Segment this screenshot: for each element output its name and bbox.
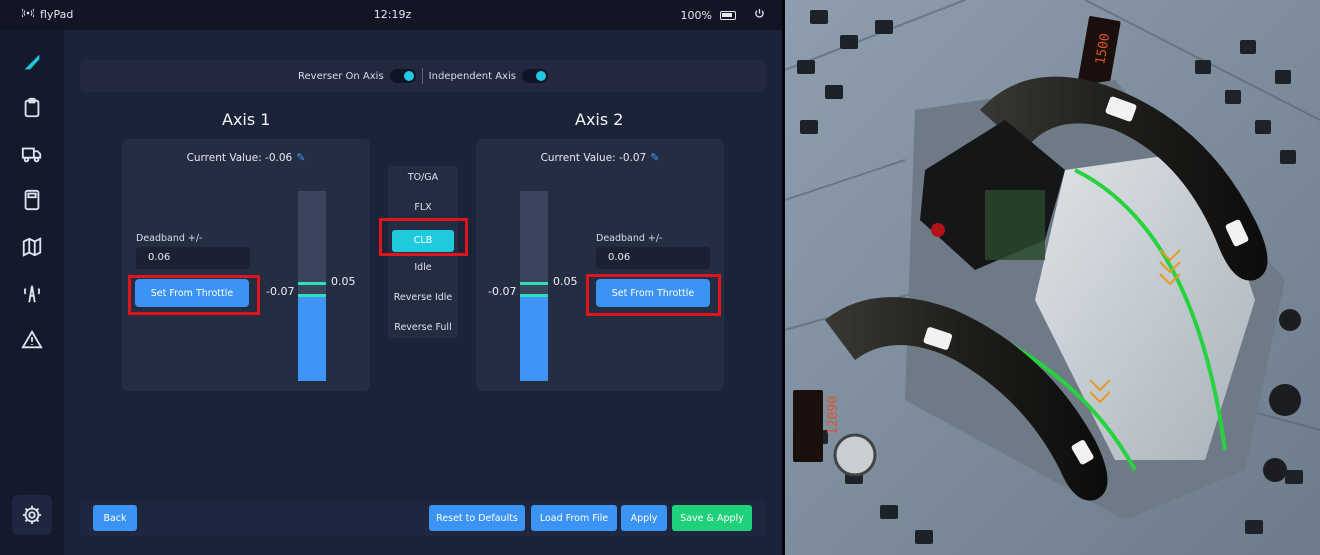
truck-icon[interactable]	[20, 142, 44, 166]
axis-1-bar-fill	[298, 295, 326, 381]
cockpit-throttle-photo: 1500 12090	[785, 0, 1320, 555]
axis-1-card: Current Value: -0.06 ✎ Deadband +/- 0.06 …	[122, 139, 370, 391]
axis-1-bar	[298, 191, 326, 381]
logo-icon[interactable]	[20, 50, 44, 74]
detent-idle[interactable]: Idle	[388, 262, 458, 273]
axis-1-deadband-label: Deadband +/-	[136, 233, 203, 244]
axis-2-current-value: Current Value: -0.07 ✎	[476, 151, 724, 164]
axis-2-deadband-input[interactable]: 0.06	[596, 247, 710, 269]
axis-2-bar	[520, 191, 548, 381]
flypad-tablet: flyPad 12:19z 100% Reverser On Axis Inde…	[0, 0, 785, 555]
panel-knob	[1263, 458, 1287, 482]
status-bar: flyPad 12:19z 100%	[0, 0, 782, 30]
panel-knob	[1269, 384, 1301, 416]
panel-knob	[1279, 309, 1301, 331]
axis-2-bar-lower-line	[520, 293, 548, 297]
axis-1-current-value: Current Value: -0.06 ✎	[122, 151, 370, 164]
throttle-calibration-page: Reverser On Axis Independent Axis Axis 1…	[64, 30, 782, 555]
current-value-text: Current Value: -0.07	[540, 152, 647, 164]
axis-2-card: Current Value: -0.07 ✎ -0.07 0.05 Deadban…	[476, 139, 724, 391]
back-button[interactable]: Back	[93, 505, 137, 531]
detent-highlight-box	[379, 218, 468, 256]
detent-flx[interactable]: FLX	[388, 202, 458, 213]
save-and-apply-button[interactable]: Save & Apply	[672, 505, 752, 531]
warning-icon[interactable]	[20, 328, 44, 352]
clock: 12:19z	[373, 8, 412, 21]
apply-button[interactable]: Apply	[621, 505, 667, 531]
toggle-knob	[535, 71, 546, 81]
axis-2-bar-left-value: -0.07	[488, 285, 517, 298]
edit-icon[interactable]: ✎	[650, 151, 659, 164]
gear-icon	[20, 503, 44, 527]
axis-1-deadband-input[interactable]: 0.06	[136, 247, 250, 269]
axis-2-bar-upper-line	[520, 282, 548, 286]
independent-axis-label: Independent Axis	[428, 70, 516, 82]
power-icon[interactable]	[754, 8, 765, 22]
status-right: 100%	[681, 8, 765, 22]
detent-reverse-idle[interactable]: Reverse Idle	[388, 292, 458, 303]
load-from-file-button[interactable]: Load From File	[531, 505, 617, 531]
autothrust-disconnect-button	[931, 223, 945, 237]
reverser-on-axis-toggle[interactable]	[389, 69, 416, 83]
divider	[421, 68, 423, 84]
independent-axis-toggle[interactable]	[521, 69, 548, 83]
panel-knob	[833, 433, 877, 477]
axis-1-bar-upper-line	[298, 282, 326, 286]
detent-to-ga[interactable]: TO/GA	[388, 172, 458, 183]
axis-2-title: Axis 2	[575, 110, 624, 129]
axis-2-deadband-label: Deadband +/-	[596, 233, 663, 244]
axis-1-title: Axis 1	[222, 110, 271, 129]
battery-icon	[720, 10, 736, 20]
calculator-icon[interactable]	[20, 188, 44, 212]
tower-icon[interactable]	[20, 282, 44, 306]
axis-1-bar-right-value: 0.05	[331, 275, 356, 288]
clipboard-icon[interactable]	[20, 96, 44, 120]
reset-to-defaults-button[interactable]: Reset to Defaults	[429, 505, 525, 531]
map-icon[interactable]	[20, 235, 44, 259]
reverser-on-axis-label: Reverser On Axis	[298, 70, 384, 82]
toggle-knob	[403, 71, 414, 81]
battery-percent: 100%	[680, 8, 712, 22]
sidebar-item-settings[interactable]	[12, 495, 52, 535]
sidebar	[0, 30, 64, 555]
detent-reverse-full[interactable]: Reverse Full	[388, 322, 458, 333]
axis-options-bar: Reverser On Axis Independent Axis	[80, 60, 766, 92]
highlight-box	[586, 274, 721, 316]
edit-icon[interactable]: ✎	[296, 151, 305, 164]
axis-1-bar-lower-line	[298, 293, 326, 297]
bottom-readout: 12090	[826, 396, 841, 435]
cockpit-illustration: 1500 12090	[785, 0, 1320, 555]
highlight-box	[128, 275, 260, 315]
axis-1-bar-left-value: -0.07	[266, 285, 295, 298]
axis-2-bar-fill	[520, 295, 548, 381]
bottom-action-bar: Back Reset to Defaults Load From File Ap…	[80, 500, 766, 536]
axis-2-bar-right-value: 0.05	[553, 275, 578, 288]
current-value-text: Current Value: -0.06	[186, 152, 293, 164]
